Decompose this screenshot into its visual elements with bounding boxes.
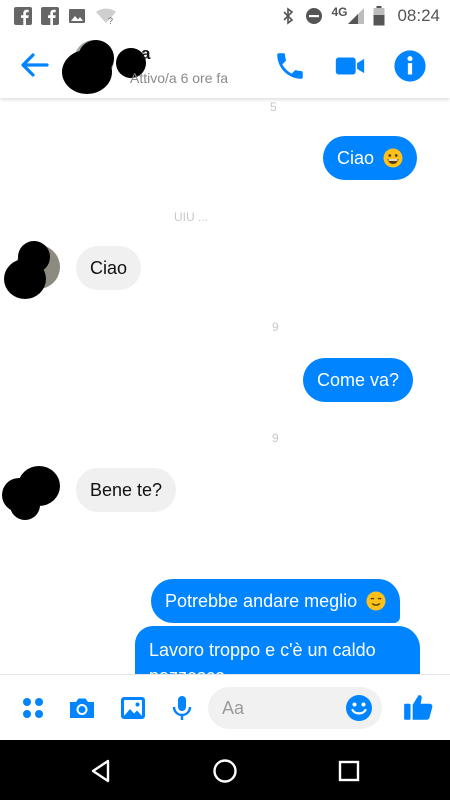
conversation-header: a Attivo/a 6 ore fa — [0, 32, 450, 98]
back-nav-icon[interactable] — [86, 756, 116, 786]
bluetooth-icon — [283, 7, 294, 25]
message-text: Lavoro troppo e c'è un caldo — [149, 640, 376, 660]
more-apps-icon[interactable] — [18, 693, 48, 723]
timestamp-residue: UIU ... — [174, 210, 209, 224]
do-not-disturb-icon — [306, 8, 323, 24]
back-arrow-icon[interactable] — [14, 48, 54, 82]
message-bubble-incoming[interactable]: Bene te? — [76, 468, 177, 512]
message-bubble-outgoing[interactable]: Ciao — [323, 136, 418, 180]
microphone-icon[interactable] — [167, 693, 197, 723]
timestamp-residue: 5 — [270, 100, 277, 114]
relieved-emoji — [366, 591, 386, 611]
contact-avatar[interactable] — [4, 241, 62, 299]
contact-avatar[interactable] — [2, 466, 64, 524]
facebook-icon — [41, 7, 59, 25]
message-bubble-outgoing[interactable]: Lavoro troppo e c'è un caldo pazzesco — [135, 626, 420, 674]
message-bubble-outgoing[interactable]: Come va? — [303, 358, 414, 402]
timestamp-residue: 9 — [272, 431, 279, 445]
message-list[interactable]: 5 UIU ... 9 9 Ciao Ciao Come va? Bene te… — [0, 98, 450, 674]
message-bubble-incoming[interactable]: Ciao — [76, 246, 142, 290]
message-bubble-outgoing[interactable]: Potrebbe andare meglio — [151, 579, 401, 623]
clock: 08:24 — [397, 6, 440, 25]
gallery-icon[interactable] — [118, 693, 148, 723]
phone-call-icon[interactable] — [273, 49, 307, 83]
facebook-icon — [14, 7, 32, 25]
message-composer — [0, 674, 450, 741]
wifi-unknown-icon: ? — [96, 8, 116, 25]
battery-icon — [373, 6, 385, 26]
message-text: Ciao — [337, 148, 375, 168]
contact-active-status: Attivo/a 6 ore fa — [130, 70, 229, 86]
thumbs-up-icon[interactable] — [402, 691, 434, 723]
grinning-emoji — [383, 148, 403, 168]
status-bar: ? 4G 08:24 — [0, 0, 450, 32]
signal-icon — [348, 8, 365, 24]
message-text: pazzesco — [149, 663, 406, 674]
info-icon[interactable] — [393, 49, 427, 83]
image-icon — [69, 9, 85, 23]
recents-nav-icon[interactable] — [334, 756, 364, 786]
android-navigation-bar — [0, 740, 450, 800]
contact-name[interactable]: a — [141, 44, 150, 64]
network-type: 4G — [331, 5, 348, 19]
video-call-icon[interactable] — [333, 49, 367, 83]
message-text: Potrebbe andare meglio — [165, 591, 358, 611]
camera-icon[interactable] — [67, 693, 97, 723]
timestamp-residue: 9 — [272, 320, 279, 334]
home-nav-icon[interactable] — [210, 756, 240, 786]
svg-text:?: ? — [108, 16, 113, 25]
emoji-icon[interactable] — [344, 693, 374, 723]
